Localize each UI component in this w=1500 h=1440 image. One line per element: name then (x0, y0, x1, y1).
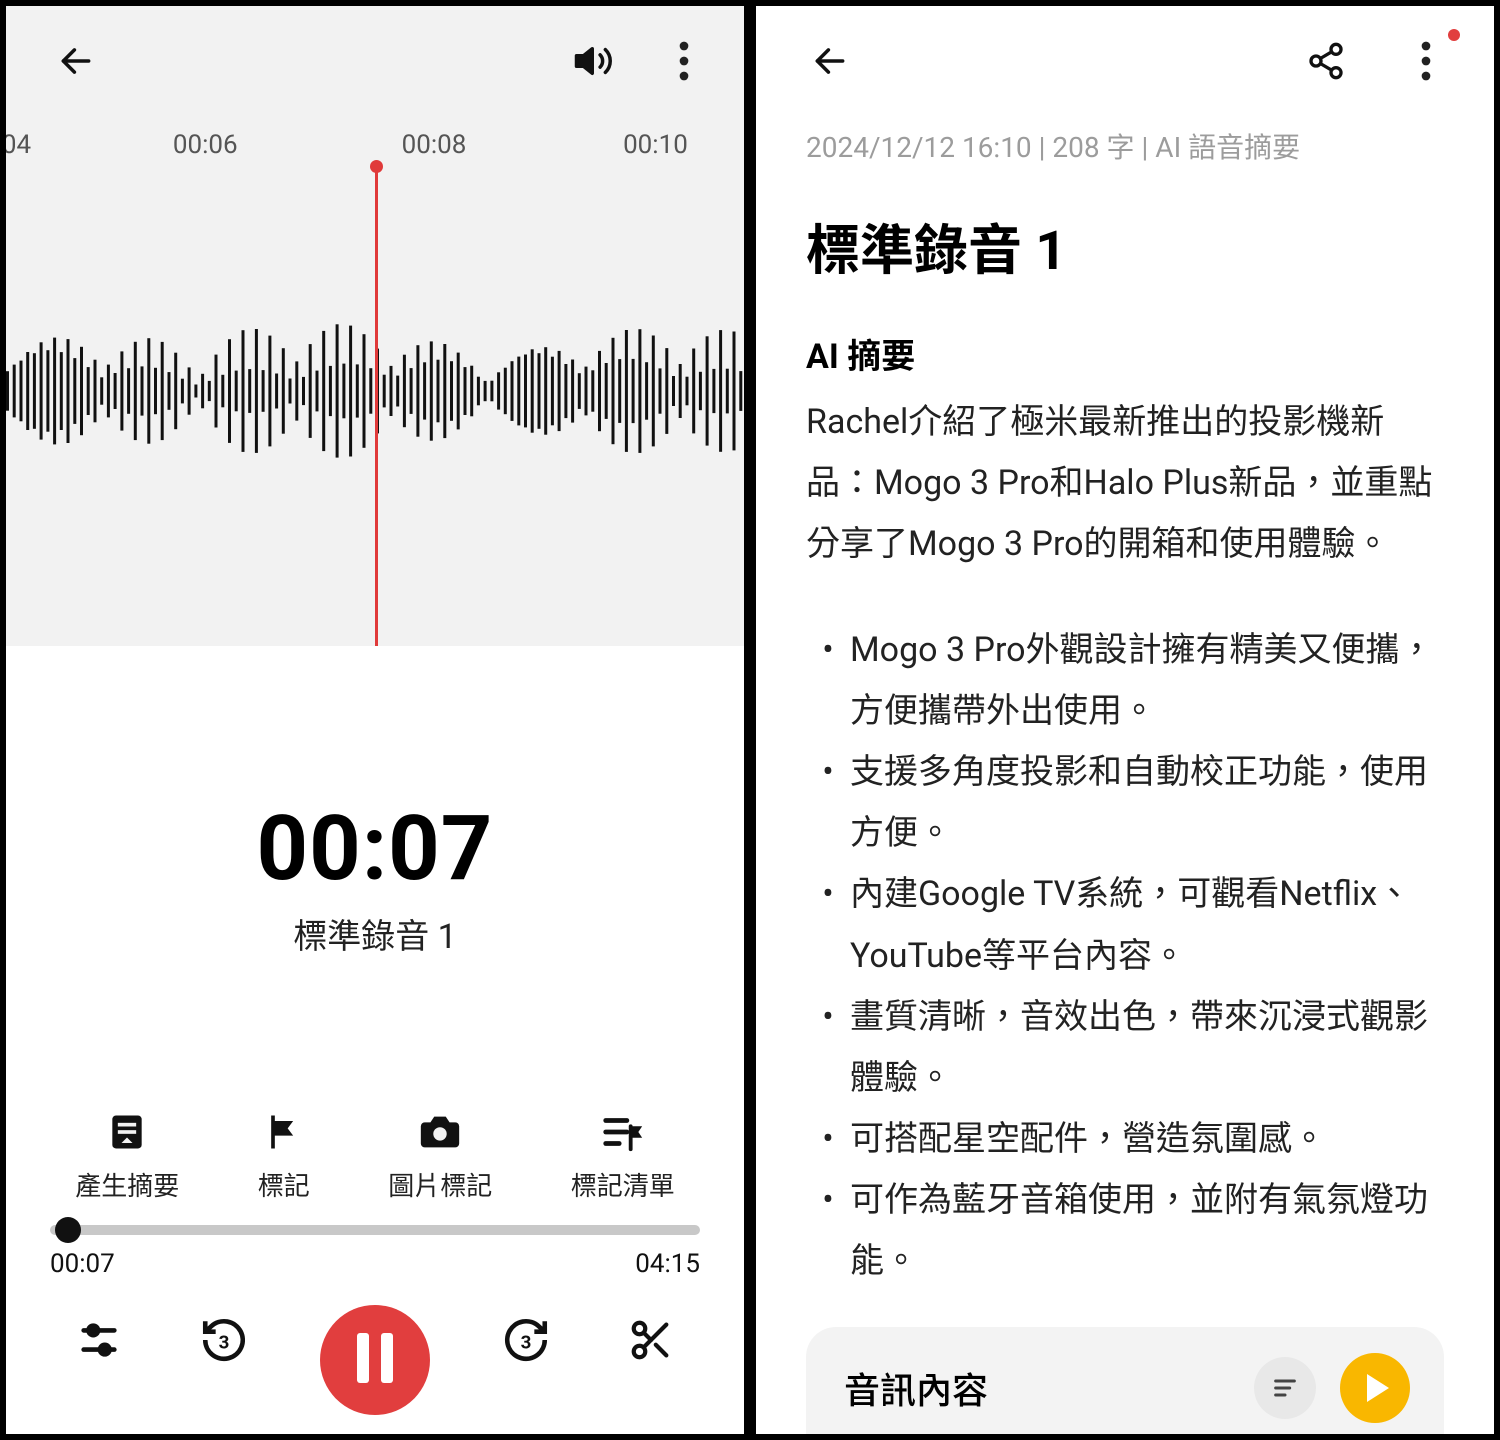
bullet-dot: • (806, 1109, 850, 1170)
pause-button[interactable] (320, 1305, 430, 1415)
summary-heading: AI 摘要 (806, 329, 1444, 378)
camera-icon (416, 1108, 464, 1156)
meta-line: 2024/12/12 16:10 | 208 字 | AI 語音摘要 (806, 126, 1444, 166)
forward-3s-button[interactable]: 3 (496, 1310, 556, 1370)
meta-wordcount: 208 字 (1052, 131, 1134, 164)
total-time: 04:15 (635, 1249, 700, 1279)
pause-icon (351, 1333, 399, 1387)
ruler-tick: 00:10 (623, 130, 688, 160)
bullet-dot: • (806, 987, 850, 1109)
image-mark-button[interactable]: 圖片標記 (388, 1108, 492, 1203)
recording-name: 標準錄音 1 (6, 909, 744, 958)
list-item-text: 可作為藍牙音箱使用，並附有氣氛燈功能。 (850, 1170, 1444, 1292)
bullet-dot: • (806, 1170, 850, 1292)
rewind-icon: 3 (199, 1315, 249, 1365)
list-flag-icon (599, 1108, 647, 1156)
list-item-text: 畫質清晰，音效出色，帶來沉浸式觀影體驗。 (850, 987, 1444, 1109)
back-arrow-icon (57, 42, 95, 80)
action-row: 產生摘要 標記 圖片標記 標記清單 (6, 1108, 744, 1203)
audio-card-title: 音訊內容 (844, 1362, 988, 1414)
flag-icon (260, 1108, 308, 1156)
action-label: 圖片標記 (388, 1166, 492, 1203)
playhead-indicator[interactable] (375, 166, 378, 646)
forward-icon: 3 (501, 1315, 551, 1365)
list-item-text: 內建Google TV系統，可觀看Netflix、YouTube等平台內容。 (850, 864, 1444, 986)
list-item-text: 可搭配星空配件，營造氛圍感。 (850, 1109, 1444, 1170)
summary-bullet-list: •Mogo 3 Pro外觀設計擁有精美又便攜，方便攜帶外出使用。•支援多角度投影… (806, 620, 1444, 1293)
speaker-button[interactable] (564, 31, 624, 91)
ruler-tick: :04 (0, 130, 31, 160)
scissors-icon (628, 1317, 674, 1363)
generate-summary-button[interactable]: 產生摘要 (75, 1108, 179, 1203)
action-label: 標記 (258, 1166, 310, 1203)
meta-source: AI 語音摘要 (1155, 131, 1300, 164)
more-vertical-icon (679, 41, 689, 81)
mark-button[interactable]: 標記 (258, 1108, 310, 1203)
list-item-text: 支援多角度投影和自動校正功能，使用方便。 (850, 742, 1444, 864)
action-label: 標記清單 (571, 1166, 675, 1203)
progress-knob[interactable] (55, 1217, 81, 1243)
list-item: •可作為藍牙音箱使用，並附有氣氛燈功能。 (806, 1170, 1444, 1292)
back-arrow-icon (811, 42, 849, 80)
sliders-icon (76, 1317, 122, 1363)
right-topbar (756, 6, 1494, 116)
left-topbar (6, 6, 744, 116)
progress-slider[interactable] (50, 1225, 700, 1235)
ruler-tick: 00:08 (402, 130, 467, 160)
meta-datetime: 2024/12/12 16:10 (806, 131, 1032, 164)
mark-list-button[interactable]: 標記清單 (571, 1108, 675, 1203)
summary-content: 2024/12/12 16:10 | 208 字 | AI 語音摘要 標準錄音 … (756, 116, 1494, 1434)
play-button[interactable] (1340, 1353, 1410, 1423)
svg-text:3: 3 (520, 1331, 531, 1353)
audio-content-card: 音訊內容 00:00 04:15 (806, 1327, 1444, 1434)
list-item-text: Mogo 3 Pro外觀設計擁有精美又便攜，方便攜帶外出使用。 (850, 620, 1444, 742)
action-label: 產生摘要 (75, 1166, 179, 1203)
waveform-area[interactable]: :04 00:06 00:08 00:10 (6, 116, 744, 646)
summary-icon (103, 1108, 151, 1156)
list-icon (1271, 1374, 1299, 1402)
transcript-button[interactable] (1254, 1357, 1316, 1419)
elapsed-time: 00:07 (6, 796, 744, 901)
list-item: •支援多角度投影和自動校正功能，使用方便。 (806, 742, 1444, 864)
ruler-tick: 00:06 (173, 130, 238, 160)
bullet-dot: • (806, 620, 850, 742)
settings-button[interactable] (69, 1310, 129, 1370)
summary-pane: 2024/12/12 16:10 | 208 字 | AI 語音摘要 標準錄音 … (750, 0, 1500, 1440)
back-button[interactable] (800, 31, 860, 91)
summary-paragraph: Rachel介紹了極米最新推出的投影機新品：Mogo 3 Pro和Halo Pl… (806, 392, 1444, 576)
share-button[interactable] (1296, 31, 1356, 91)
more-button[interactable] (654, 31, 714, 91)
more-vertical-icon (1421, 41, 1431, 81)
list-item: •可搭配星空配件，營造氛圍感。 (806, 1109, 1444, 1170)
trim-button[interactable] (621, 1310, 681, 1370)
list-item: •Mogo 3 Pro外觀設計擁有精美又便攜，方便攜帶外出使用。 (806, 620, 1444, 742)
share-icon (1306, 41, 1346, 81)
bullet-dot: • (806, 742, 850, 864)
list-item: •內建Google TV系統，可觀看Netflix、YouTube等平台內容。 (806, 864, 1444, 986)
svg-text:3: 3 (219, 1331, 230, 1353)
rewind-3s-button[interactable]: 3 (194, 1310, 254, 1370)
bullet-dot: • (806, 864, 850, 986)
page-title: 標準錄音 1 (806, 206, 1444, 285)
back-button[interactable] (46, 31, 106, 91)
more-button[interactable] (1396, 31, 1456, 91)
speaker-icon (573, 40, 615, 82)
playback-controls: 3 3 (6, 1305, 744, 1375)
recorder-pane: :04 00:06 00:08 00:10 00:07 標準錄音 1 產生摘要 … (0, 0, 750, 1440)
current-time: 00:07 (50, 1249, 115, 1279)
list-item: •畫質清晰，音效出色，帶來沉浸式觀影體驗。 (806, 987, 1444, 1109)
timer-display: 00:07 標準錄音 1 (6, 796, 744, 958)
